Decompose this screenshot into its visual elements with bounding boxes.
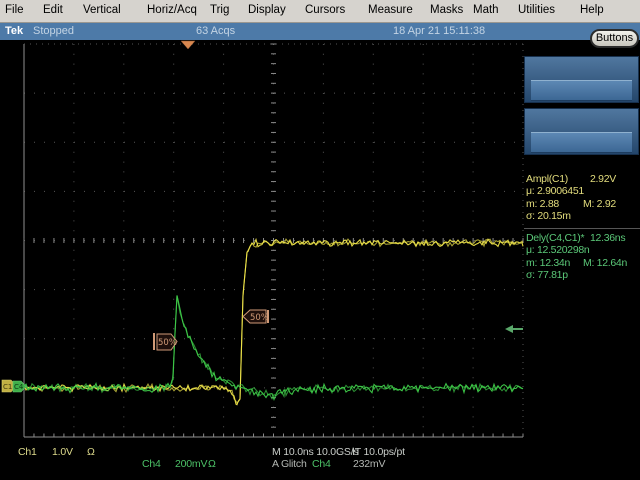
measurement-ampl-mean: μ: 2.9006451	[526, 185, 584, 197]
svg-text:C1: C1	[3, 383, 12, 391]
ref-level-flag-ch4-label: 50%	[158, 338, 177, 348]
measurement-delay-mean: μ: 12.520298n	[526, 244, 589, 256]
ref-level-flag-ch1: 50%	[243, 310, 269, 323]
ch4-trace	[24, 296, 523, 400]
measurement-ampl-value: 2.92V	[590, 173, 616, 185]
measurement-delay-value: 12.36ns	[590, 232, 625, 244]
graticule-grid	[24, 44, 523, 437]
measurement-ampl-sigma: σ: 20.15m	[526, 210, 571, 222]
measurement-ampl-label: Ampl(C1)	[526, 173, 568, 185]
measurement-ampl-min: m: 2.88	[526, 198, 559, 210]
trigger-level-marker[interactable]	[505, 325, 523, 333]
measurement-delay-label: Dely(C4,C1)*	[526, 232, 584, 244]
measurement-delay-max: M: 12.64n	[583, 257, 627, 269]
ref-level-flag-ch4: 50%	[153, 333, 177, 350]
measurement-delay-sigma: σ: 77.81p	[526, 269, 568, 281]
measurement-delay[interactable]: Dely(C4,C1)* 12.36ns μ: 12.520298n m: 12…	[526, 232, 640, 282]
side-menu-box-1-field[interactable]	[531, 80, 632, 101]
measurement-ampl-max: M: 2.92	[583, 198, 616, 210]
trigger-position-marker[interactable]	[181, 41, 195, 49]
buttons-button[interactable]: Buttons	[590, 29, 639, 48]
measurement-delay-min: m: 12.34n	[526, 257, 570, 269]
side-menu-box-2[interactable]	[524, 108, 639, 155]
measurement-panel: Ampl(C1) 2.92V μ: 2.9006451 m: 2.88 M: 2…	[524, 171, 640, 287]
measurement-separator	[524, 228, 640, 229]
measurement-ampl[interactable]: Ampl(C1) 2.92V μ: 2.9006451 m: 2.88 M: 2…	[526, 173, 640, 223]
ch4-trace	[24, 295, 523, 398]
ch1-trace	[24, 239, 523, 405]
side-menu-box-2-field[interactable]	[531, 132, 632, 153]
svg-text:C4: C4	[14, 383, 24, 391]
ref-level-flag-ch1-label: 50%	[250, 313, 269, 323]
side-menu-box-1[interactable]	[524, 56, 639, 103]
